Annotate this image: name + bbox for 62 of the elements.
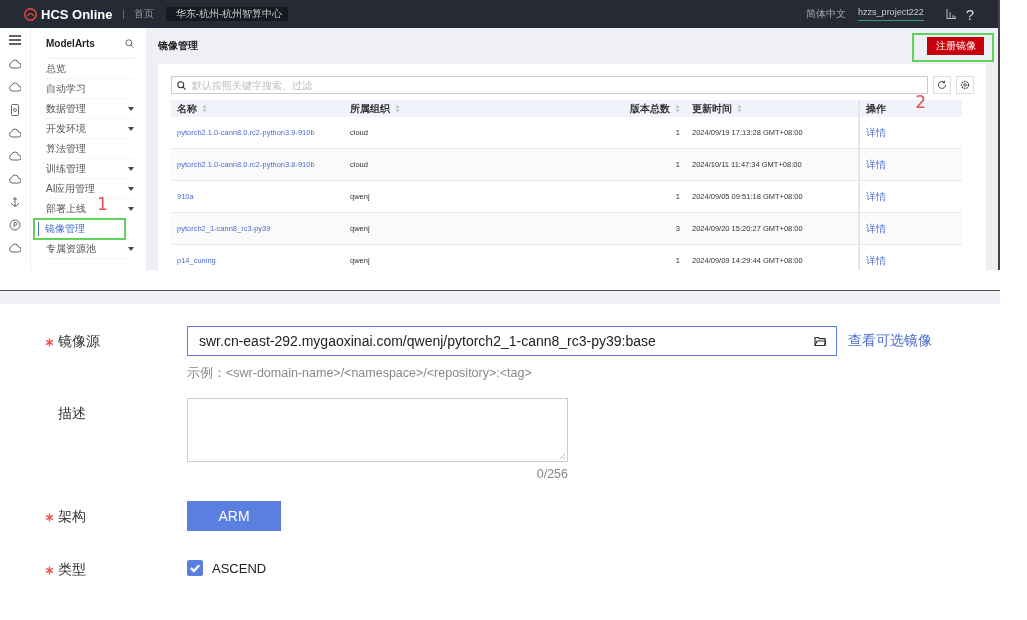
column-header: 版本总数 (630, 101, 670, 116)
annotation-number: 2 (915, 92, 926, 112)
sidebar-item[interactable]: 开发环境 (46, 121, 86, 136)
refresh-button[interactable] (933, 76, 951, 94)
cloud-icon[interactable] (9, 150, 21, 162)
character-counter: 0/256 (535, 467, 568, 483)
cloud-icon[interactable] (9, 58, 21, 70)
sidebar-title: ModelArts (46, 37, 95, 49)
language-link[interactable]: 简体中文 (806, 7, 847, 21)
column-header: 更新时间 (692, 101, 732, 116)
sidebar-item[interactable]: 训练管理 (46, 161, 86, 176)
search-icon (177, 80, 186, 90)
field-label: 镜像源 (58, 333, 100, 351)
sidebar-item[interactable]: 部署上线 (46, 201, 86, 216)
document-icon[interactable] (9, 104, 21, 116)
cloud-icon[interactable] (9, 127, 21, 139)
gear-icon (960, 80, 970, 90)
image-source-field[interactable]: swr.cn-east-292.mygaoxinai.com/qwenj/pytorch2_1-cann8_rc3-py39:base (187, 326, 837, 356)
description-field[interactable] (187, 398, 568, 462)
refresh-icon (937, 80, 947, 90)
resize-handle-icon[interactable] (559, 453, 565, 459)
architecture-button[interactable]: ARM (187, 501, 281, 531)
checkbox[interactable] (187, 560, 203, 576)
logo-icon (24, 7, 37, 21)
field-label: 架构 (58, 508, 86, 526)
cloud-icon[interactable] (9, 81, 21, 93)
search-icon[interactable] (125, 38, 134, 48)
cloud-icon[interactable] (9, 173, 21, 185)
folder-icon[interactable] (814, 335, 826, 347)
checkbox-label: ASCEND (212, 560, 267, 576)
logo-text: HCS Online (41, 6, 113, 22)
details-link[interactable]: 详情 (866, 253, 886, 268)
page-title: 镜像管理 (158, 39, 198, 53)
settings-button[interactable] (956, 76, 974, 94)
column-header: 名称 (177, 101, 197, 116)
sidebar-item[interactable]: 算法管理 (46, 141, 86, 156)
sidebar-item[interactable]: 专属资源池 (46, 241, 96, 256)
cloud-icon[interactable] (9, 242, 21, 254)
details-link[interactable]: 详情 (866, 157, 886, 172)
project-link[interactable]: hzzs_project222 (858, 7, 924, 21)
details-link[interactable]: 详情 (866, 125, 886, 140)
details-link[interactable]: 详情 (866, 189, 886, 204)
register-button[interactable]: 注册镜像 (927, 37, 984, 55)
circle-icon[interactable] (9, 219, 21, 231)
home-link[interactable]: 首页 (133, 7, 154, 21)
sidebar-item[interactable]: AI应用管理 (46, 181, 96, 196)
menu-icon[interactable] (9, 35, 21, 45)
field-label: 描述 (58, 405, 86, 423)
view-images-link[interactable]: 查看可选镜像 (848, 332, 932, 350)
field-label: 类型 (58, 561, 86, 579)
details-link[interactable]: 详情 (866, 221, 886, 236)
help-link[interactable]: ? (965, 5, 974, 23)
column-header: 所属组织 (350, 101, 390, 116)
sidebar-item[interactable]: 总览 (46, 61, 66, 76)
annotation-number: 1 (97, 194, 108, 214)
column-header: 操作 (866, 101, 886, 116)
anchor-icon[interactable] (9, 196, 21, 208)
sidebar-item[interactable]: 自动学习 (46, 81, 86, 96)
bar-chart-icon[interactable] (945, 9, 956, 19)
sidebar-item[interactable]: 镜像管理 (38, 221, 85, 236)
sidebar-item[interactable]: 数据管理 (46, 101, 86, 116)
field-hint: 示例：<swr-domain-name>/<namespace>/<repository>:<tag> (187, 365, 533, 382)
